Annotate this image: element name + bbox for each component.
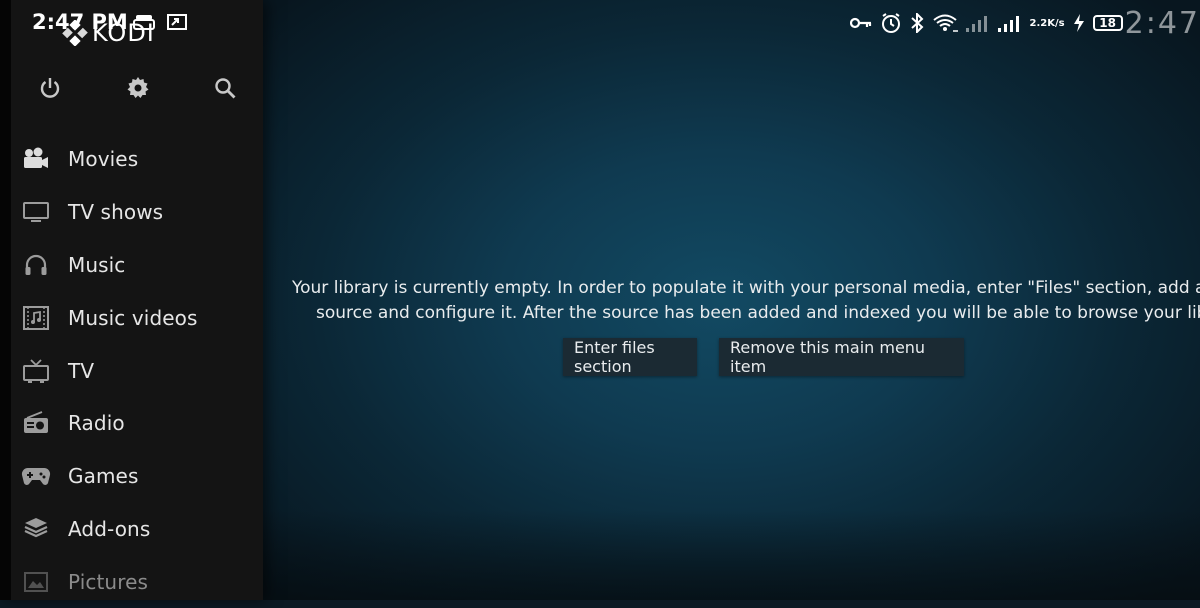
sidebar-item-radio[interactable]: Radio <box>11 397 263 450</box>
battery-indicator: 18 <box>1092 15 1123 31</box>
sidebar-item-label: Add-ons <box>68 516 151 541</box>
sidebar-item-label: Radio <box>68 411 125 436</box>
sidebar-item-pictures[interactable]: Pictures <box>11 555 263 608</box>
power-button[interactable] <box>28 66 72 110</box>
status-bar: 2:47 PM KODI 2.2 K/s 18 2:47 <box>0 0 1200 46</box>
gamepad-icon <box>21 461 51 491</box>
bluetooth-icon <box>910 13 924 33</box>
sidebar-item-tv[interactable]: TV <box>11 344 263 397</box>
sidebar-item-label: Pictures <box>68 569 148 594</box>
empty-library-actions: Enter files section Remove this main men… <box>563 338 964 376</box>
signal-bars-icon-2 <box>997 14 1022 32</box>
main-menu: Movies TV shows Music Music videos TV Ra… <box>11 133 263 608</box>
wifi-icon <box>932 13 958 33</box>
movie-camera-icon <box>21 144 51 174</box>
power-icon <box>40 78 60 98</box>
charging-icon <box>1073 14 1085 32</box>
sidebar-item-label: Music videos <box>68 305 198 330</box>
sidebar-item-tv-shows[interactable]: TV shows <box>11 186 263 239</box>
pictures-icon <box>21 567 51 597</box>
background-clock: 2:47 <box>1124 5 1200 41</box>
sidebar-item-music[interactable]: Music <box>11 239 263 292</box>
remove-main-menu-item-button[interactable]: Remove this main menu item <box>719 338 964 376</box>
sidebar-item-movies[interactable]: Movies <box>11 133 263 186</box>
sidebar-item-games[interactable]: Games <box>11 450 263 503</box>
sidebar-item-label: TV <box>68 358 95 383</box>
status-icons: 2.2 K/s 18 2:47 <box>849 5 1200 41</box>
sidebar: Movies TV shows Music Music videos TV Ra… <box>0 0 263 600</box>
empty-library-message-line1: Your library is currently empty. In orde… <box>292 278 1200 298</box>
gear-icon <box>127 77 149 98</box>
headphones-icon <box>21 250 51 280</box>
addons-box-icon <box>21 514 51 544</box>
notification-icon <box>133 15 155 30</box>
sidebar-item-label: TV shows <box>68 200 164 225</box>
cast-icon <box>167 14 187 30</box>
tv-monitor-icon <box>21 197 51 227</box>
alarm-icon <box>880 12 902 34</box>
signal-bars-icon <box>965 14 990 32</box>
sidebar-top-icons <box>0 66 263 114</box>
empty-library-message: Your library is currently empty. In orde… <box>292 276 1200 326</box>
vpn-key-icon <box>849 16 872 30</box>
sidebar-item-label: Music <box>68 252 126 277</box>
network-speed: 2.2 K/s <box>1029 17 1065 29</box>
empty-library-message-line2: source and configure it. After the sourc… <box>316 303 1200 323</box>
kodi-logo-icon <box>62 20 88 46</box>
search-button[interactable] <box>203 66 247 110</box>
sidebar-item-label: Games <box>68 464 139 489</box>
tv-antenna-icon <box>21 356 51 386</box>
sidebar-item-music-videos[interactable]: Music videos <box>11 291 263 344</box>
sidebar-item-label: Movies <box>68 147 139 172</box>
search-icon <box>215 78 236 99</box>
radio-icon <box>21 408 51 438</box>
settings-button[interactable] <box>116 66 160 110</box>
music-video-icon <box>21 303 51 333</box>
enter-files-section-button[interactable]: Enter files section <box>563 338 697 376</box>
sidebar-item-add-ons[interactable]: Add-ons <box>11 503 263 556</box>
